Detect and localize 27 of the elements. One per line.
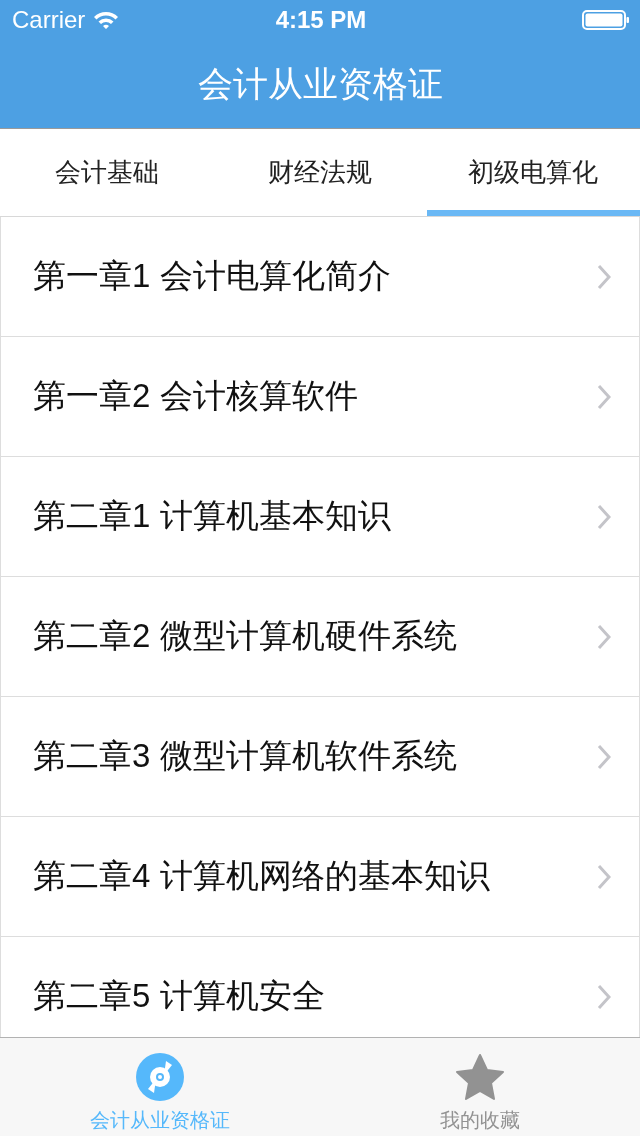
chevron-icon [597, 263, 611, 290]
chapter-row[interactable]: 第二章1 计算机基本知识 [1, 457, 639, 577]
star-icon [455, 1053, 505, 1101]
nav-title: 会计从业资格证 [197, 62, 443, 105]
chapter-row[interactable]: 第一章1 会计电算化简介 [1, 217, 639, 337]
chapter-title: 第一章2 会计核算软件 [33, 376, 359, 416]
chapter-row[interactable]: 第二章2 微型计算机硬件系统 [1, 577, 639, 697]
clock-time: 4:15 PM [274, 6, 368, 34]
chapter-title: 第二章3 微型计算机软件系统 [33, 736, 458, 776]
battery-icon [582, 10, 630, 30]
chevron-icon [597, 623, 611, 650]
chapter-row[interactable]: 第二章3 微型计算机软件系统 [1, 697, 639, 817]
chevron-icon [597, 983, 611, 1010]
carrier-name: Carrier [12, 6, 86, 34]
wifi-icon [93, 10, 120, 30]
chapter-title: 第二章2 微型计算机硬件系统 [33, 616, 458, 656]
chapter-title: 第二章1 计算机基本知识 [33, 496, 392, 536]
chevron-icon [597, 383, 611, 410]
chapter-title: 第一章1 会计电算化简介 [33, 256, 392, 296]
chevron-icon [597, 503, 611, 530]
chapter-row[interactable]: 第一章2 会计核算软件 [1, 337, 639, 457]
chapter-title: 第二章4 计算机网络的基本知识 [33, 856, 491, 896]
disc-icon [136, 1053, 184, 1101]
chevron-icon [597, 863, 611, 890]
chapter-row[interactable]: 第二章4 计算机网络的基本知识 [1, 817, 639, 937]
chevron-icon [597, 743, 611, 770]
chapter-title: 第二章5 计算机安全 [33, 976, 326, 1016]
